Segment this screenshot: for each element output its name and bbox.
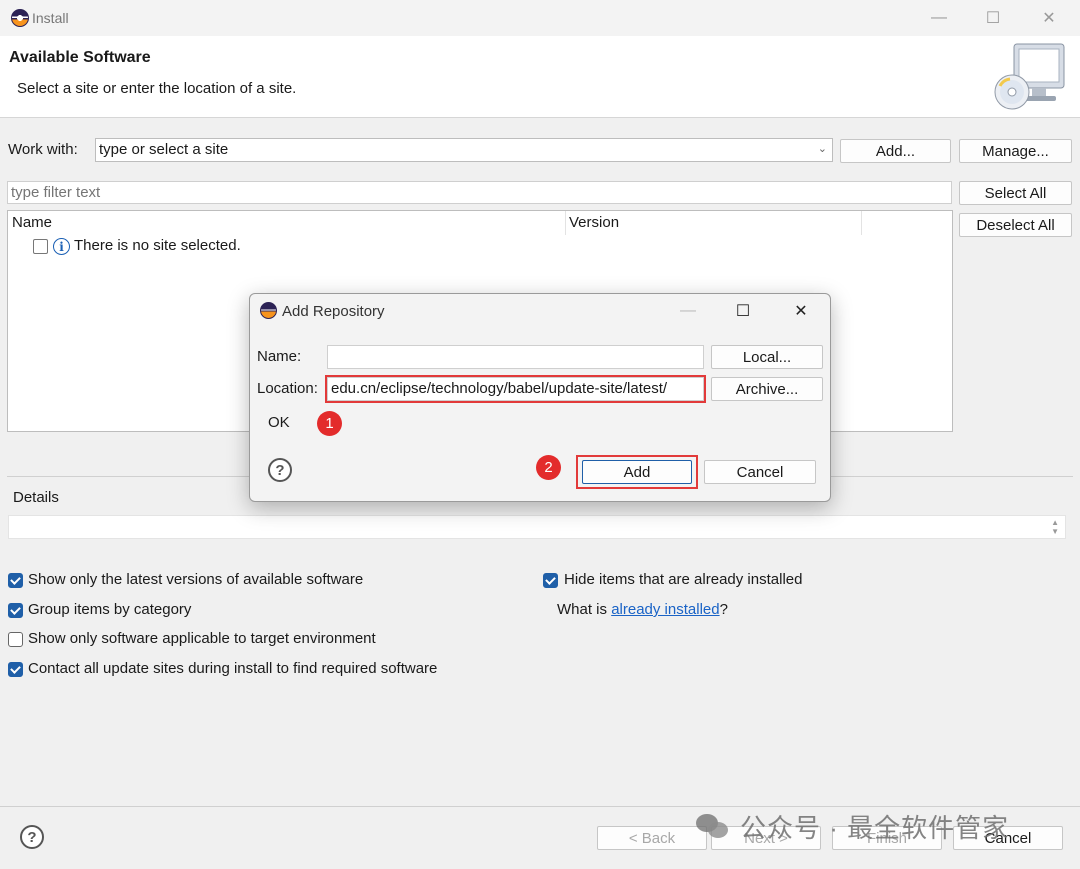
eclipse-icon: [260, 302, 277, 319]
local-button[interactable]: Local...: [711, 345, 823, 369]
dialog-help-icon[interactable]: ?: [268, 458, 292, 482]
watermark-text: 公众号 · 最全软件管家: [740, 812, 1010, 843]
filter-input[interactable]: [7, 181, 952, 204]
details-label: Details: [13, 489, 59, 506]
contact-update-sites-checkbox[interactable]: [8, 662, 23, 677]
annotation-marker-2: 2: [536, 455, 561, 480]
name-field[interactable]: [327, 345, 704, 369]
dialog-cancel-button[interactable]: Cancel: [704, 460, 816, 484]
add-repository-dialog: Add Repository — ☐ ✕ Name: Local... Loca…: [249, 293, 831, 502]
details-text-area[interactable]: ▲ ▼: [8, 515, 1066, 539]
column-header-name[interactable]: Name: [12, 214, 52, 231]
minimize-button[interactable]: —: [912, 0, 966, 36]
dialog-minimize-button[interactable]: —: [668, 298, 708, 324]
what-is-installed-text: What is already installed?: [557, 601, 728, 618]
archive-button[interactable]: Archive...: [711, 377, 823, 401]
dialog-titlebar: Add Repository — ☐ ✕: [250, 294, 830, 328]
help-icon[interactable]: ?: [20, 825, 44, 849]
back-button[interactable]: < Back: [597, 826, 707, 850]
contact-update-sites-label: Contact all update sites during install …: [28, 660, 438, 677]
wechat-icon: [696, 812, 730, 840]
install-cd-monitor-icon: [994, 43, 1065, 110]
name-label: Name:: [257, 348, 302, 365]
target-environment-checkbox[interactable]: [8, 632, 23, 647]
hide-installed-label: Hide items that are already installed: [564, 571, 803, 588]
maximize-button[interactable]: ☐: [966, 0, 1020, 36]
info-icon: i: [53, 238, 70, 255]
eclipse-icon: [11, 9, 29, 27]
row-checkbox[interactable]: [33, 239, 48, 254]
details-scrollbar[interactable]: ▲ ▼: [1051, 518, 1059, 536]
dialog-add-button[interactable]: Add: [582, 460, 692, 484]
wizard-header: Available Software Select a site or ente…: [0, 36, 1080, 118]
work-with-label: Work with:: [8, 141, 78, 158]
close-button[interactable]: ✕: [1022, 0, 1076, 36]
annotation-marker-1: 1: [317, 411, 342, 436]
column-divider: [861, 211, 862, 235]
target-environment-label: Show only software applicable to target …: [28, 630, 376, 647]
dialog-maximize-button[interactable]: ☐: [723, 298, 763, 324]
hide-installed-checkbox[interactable]: [543, 573, 558, 588]
dialog-title: Add Repository: [282, 303, 385, 320]
table-row-text: There is no site selected.: [74, 237, 241, 254]
chevron-down-icon[interactable]: ⌄: [818, 142, 827, 155]
group-by-category-checkbox[interactable]: [8, 603, 23, 618]
window-titlebar: Install — ☐ ✕: [0, 0, 1080, 36]
column-divider: [565, 211, 566, 235]
what-is-prefix: What is: [557, 601, 612, 618]
latest-versions-checkbox[interactable]: [8, 573, 23, 588]
location-field[interactable]: edu.cn/eclipse/technology/babel/update-s…: [325, 375, 706, 403]
status-message: OK: [268, 414, 290, 431]
window-title: Install: [32, 10, 69, 26]
select-all-button[interactable]: Select All: [959, 181, 1072, 205]
group-by-category-label: Group items by category: [28, 601, 192, 618]
work-with-combo-value: type or select a site: [99, 141, 229, 158]
what-is-suffix: ?: [719, 601, 728, 618]
location-label: Location:: [257, 380, 318, 397]
page-description: Select a site or enter the location of a…: [17, 80, 297, 97]
manage-button[interactable]: Manage...: [959, 139, 1072, 163]
column-header-version[interactable]: Version: [569, 214, 619, 231]
work-with-combo[interactable]: type or select a site ⌄: [95, 138, 833, 162]
deselect-all-button[interactable]: Deselect All: [959, 213, 1072, 237]
latest-versions-label: Show only the latest versions of availab…: [28, 571, 364, 588]
add-site-button[interactable]: Add...: [840, 139, 951, 163]
watermark: 公众号 · 最全软件管家: [696, 808, 1009, 844]
dialog-close-button[interactable]: ✕: [781, 298, 821, 324]
already-installed-link[interactable]: already installed: [611, 601, 719, 618]
page-title: Available Software: [9, 49, 151, 66]
